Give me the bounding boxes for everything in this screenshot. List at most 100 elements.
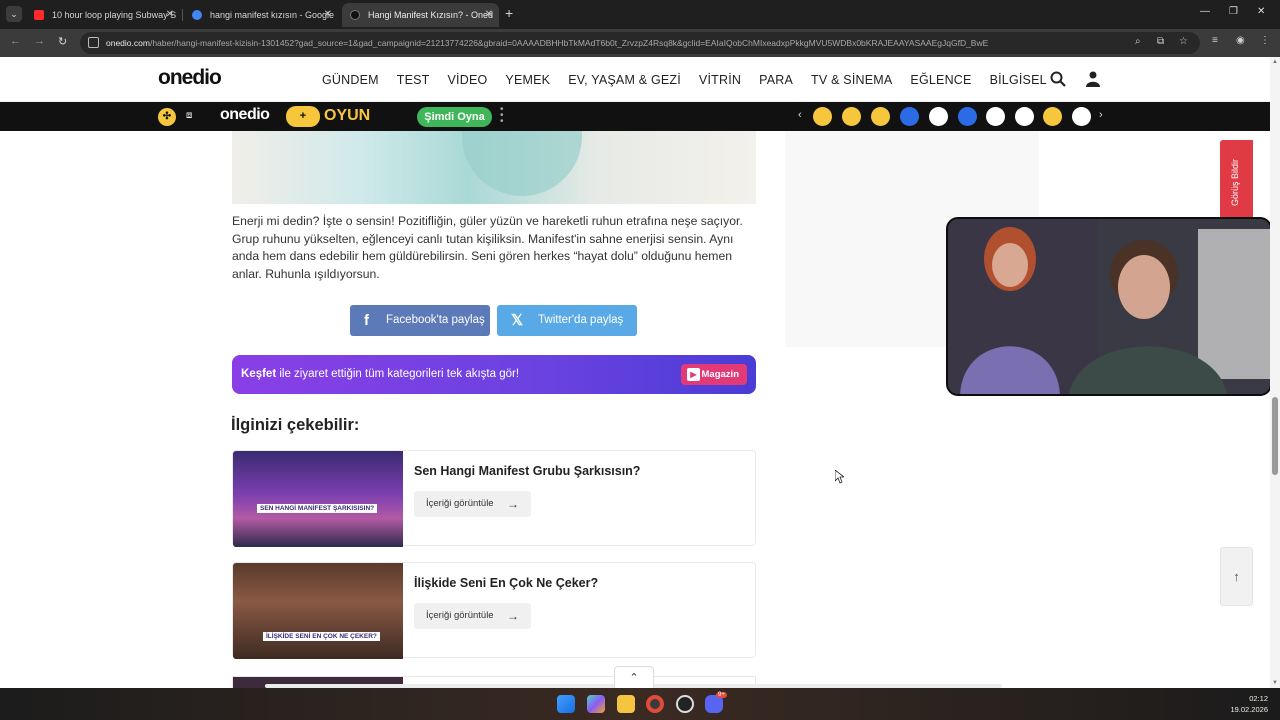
thumbnail-caption: İLİŞKİDE SENİ EN ÇOK NE ÇEKER? bbox=[263, 632, 380, 641]
related-title[interactable]: İlişkide Seni En Çok Ne Çeker? bbox=[414, 576, 598, 590]
minimize-icon[interactable]: — bbox=[1200, 6, 1210, 17]
game-banner: ✣ ⧈ onedio + OYUN Şimdi Oyna • • • ‹ › bbox=[0, 102, 1270, 131]
install-app-icon[interactable]: ⧉ bbox=[1157, 36, 1164, 47]
brand-flag-icon[interactable] bbox=[1072, 107, 1091, 126]
tab-title: Hangi Manifest Kızısın? - Oned bbox=[368, 10, 494, 20]
youtube-icon bbox=[34, 10, 44, 20]
address-bar[interactable]: onedio.com/haber/hangi-manifest-kizisin-… bbox=[80, 32, 1200, 54]
arrow-right-icon: → bbox=[507, 497, 519, 511]
nav-gundem[interactable]: GÜNDEM bbox=[322, 73, 379, 87]
brand-philips-icon[interactable] bbox=[900, 107, 919, 126]
mouse-cursor-icon bbox=[835, 470, 844, 484]
nav-eglence[interactable]: EĞLENCE bbox=[910, 73, 971, 87]
brand-cross-icon[interactable] bbox=[986, 107, 1005, 126]
nav-ev-yasam-gezi[interactable]: EV, YAŞAM & GEZİ bbox=[568, 73, 681, 87]
reaction-love-icon[interactable] bbox=[813, 107, 832, 126]
kesfet-bold: Keşfet bbox=[241, 368, 277, 380]
tab-search-icon[interactable]: ⌄ bbox=[6, 6, 22, 22]
games-menu-icon[interactable]: ⧈ bbox=[186, 110, 192, 121]
new-tab-icon[interactable]: + bbox=[505, 5, 513, 21]
site-header: onedio GÜNDEM TEST VİDEO YEMEK EV, YAŞAM… bbox=[0, 57, 1270, 102]
obs-icon[interactable] bbox=[676, 695, 694, 713]
related-thumbnail[interactable]: İLİŞKİDE SENİ EN ÇOK NE ÇEKER? bbox=[233, 563, 403, 659]
system-clock[interactable]: 02:12 19.02.2026 bbox=[1230, 693, 1268, 715]
nav-test[interactable]: TEST bbox=[397, 73, 430, 87]
media-control-icon[interactable]: ≡ bbox=[1212, 35, 1218, 46]
scroll-down-icon[interactable]: ▼ bbox=[1272, 680, 1278, 686]
nav-para[interactable]: PARA bbox=[759, 73, 793, 87]
windows-start-icon[interactable] bbox=[557, 695, 575, 713]
video-camera-icon: ▶ bbox=[687, 368, 700, 381]
game-logo: onedio bbox=[220, 106, 270, 123]
windows-taskbar: 9+ 02:12 19.02.2026 bbox=[0, 688, 1280, 720]
reaction-sad-icon[interactable] bbox=[842, 107, 861, 126]
prev-icon[interactable]: ‹ bbox=[798, 109, 802, 121]
reaction-happy-icon[interactable] bbox=[871, 107, 890, 126]
share-twitter-button[interactable]: 𝕏 Twitter'da paylaş bbox=[497, 305, 637, 336]
tab-onedio[interactable]: Hangi Manifest Kızısın? - Oned ✕ bbox=[342, 3, 499, 27]
clock-date: 19.02.2026 bbox=[1230, 705, 1268, 714]
nav-yemek[interactable]: YEMEK bbox=[505, 73, 550, 87]
nav-bilgisel[interactable]: BİLGİSEL bbox=[990, 73, 1047, 87]
facebook-icon: f bbox=[364, 312, 369, 329]
page-scrollbar[interactable]: ▲ ▼ bbox=[1270, 57, 1280, 688]
brand-yellow-icon[interactable] bbox=[1043, 107, 1062, 126]
browser-menu-icon[interactable]: ⋮ bbox=[1260, 35, 1270, 46]
next-icon[interactable]: › bbox=[1099, 109, 1103, 121]
tab-divider bbox=[182, 9, 183, 21]
back-icon[interactable]: ← bbox=[10, 35, 21, 47]
site-info-icon[interactable] bbox=[88, 37, 99, 48]
brand-blue-icon[interactable] bbox=[958, 107, 977, 126]
feedback-tab[interactable]: Görüş Bildir bbox=[1220, 140, 1253, 220]
share-facebook-button[interactable]: f Facebook'ta paylaş bbox=[350, 305, 490, 336]
related-card[interactable]: İLİŞKİDE SENİ EN ÇOK NE ÇEKER? İlişkide … bbox=[232, 562, 756, 659]
kesfet-text: ile ziyaret ettiğin tüm kategorileri tek… bbox=[276, 368, 520, 380]
scroll-to-top-button[interactable]: ↑ bbox=[1220, 547, 1253, 606]
bookmark-star-icon[interactable]: ☆ bbox=[1179, 36, 1188, 47]
view-content-button[interactable]: İçeriği görüntüle → bbox=[414, 491, 531, 517]
copilot-icon[interactable] bbox=[587, 695, 605, 713]
kesfet-banner[interactable]: Keşfet ile ziyaret ettiğin tüm kategoril… bbox=[232, 355, 756, 394]
nav-vitrin[interactable]: VİTRİN bbox=[699, 73, 741, 87]
tab-google[interactable]: hangi manifest kızısın - Google ✕ bbox=[184, 3, 338, 27]
close-window-icon[interactable]: ✕ bbox=[1257, 6, 1265, 17]
nav-tv-sinema[interactable]: TV & SİNEMA bbox=[811, 73, 892, 87]
thumbnail-caption: SEN HANGİ MANİFEST ŞARKISISIN? bbox=[257, 504, 378, 513]
url-text: onedio.com/haber/hangi-manifest-kizisin-… bbox=[106, 38, 989, 48]
magazin-tag[interactable]: ▶ Magazin bbox=[681, 364, 747, 385]
maximize-icon[interactable]: ❐ bbox=[1229, 6, 1238, 17]
view-content-button[interactable]: İçeriği görüntüle → bbox=[414, 603, 531, 629]
gamepad-icon[interactable]: ✣ bbox=[158, 108, 176, 126]
close-tab-icon[interactable]: ✕ bbox=[166, 3, 174, 27]
close-tab-icon[interactable]: ✕ bbox=[485, 3, 493, 27]
onedio-favicon-icon bbox=[350, 10, 360, 20]
tab-youtube[interactable]: 10 hour loop playing Subway S ✕ bbox=[26, 3, 180, 27]
search-icon[interactable] bbox=[1050, 71, 1066, 91]
profile-icon[interactable]: ◉ bbox=[1236, 35, 1245, 46]
play-now-button[interactable]: Şimdi Oyna bbox=[417, 107, 492, 127]
related-card[interactable]: SEN HANGİ MANİFEST ŞARKISISIN? Sen Hangi… bbox=[232, 450, 756, 547]
forward-icon[interactable]: → bbox=[34, 35, 45, 47]
chrome-icon[interactable] bbox=[646, 695, 664, 713]
user-icon[interactable] bbox=[1086, 71, 1100, 91]
article-image bbox=[232, 131, 756, 204]
onedio-logo[interactable]: onedio bbox=[158, 66, 222, 90]
drag-handle-icon[interactable]: • • • bbox=[500, 105, 504, 127]
related-heading: İlginizi çekebilir: bbox=[231, 416, 360, 434]
file-explorer-icon[interactable] bbox=[617, 695, 635, 713]
brand-logo-icon[interactable] bbox=[929, 107, 948, 126]
related-title[interactable]: Sen Hangi Manifest Grubu Şarkısısın? bbox=[414, 464, 640, 478]
expand-bottom-bar-button[interactable]: ⌃ bbox=[614, 666, 654, 688]
reload-icon[interactable]: ↻ bbox=[58, 35, 67, 48]
related-thumbnail[interactable]: SEN HANGİ MANİFEST ŞARKISISIN? bbox=[233, 451, 403, 547]
scrollbar-thumb[interactable] bbox=[1272, 397, 1278, 475]
browser-tab-strip: ⌄ 10 hour loop playing Subway S ✕ hangi … bbox=[0, 0, 1280, 29]
scroll-up-icon[interactable]: ▲ bbox=[1272, 59, 1278, 65]
zoom-icon[interactable]: ⌕ bbox=[1135, 36, 1141, 47]
article-paragraph: Enerji mi dedin? İşte o sensin! Pozitifl… bbox=[232, 214, 743, 281]
picture-in-picture-video[interactable] bbox=[946, 217, 1272, 396]
brand-dk-icon[interactable] bbox=[1015, 107, 1034, 126]
close-tab-icon[interactable]: ✕ bbox=[324, 3, 332, 27]
nav-video[interactable]: VİDEO bbox=[448, 73, 488, 87]
google-icon bbox=[192, 10, 202, 20]
